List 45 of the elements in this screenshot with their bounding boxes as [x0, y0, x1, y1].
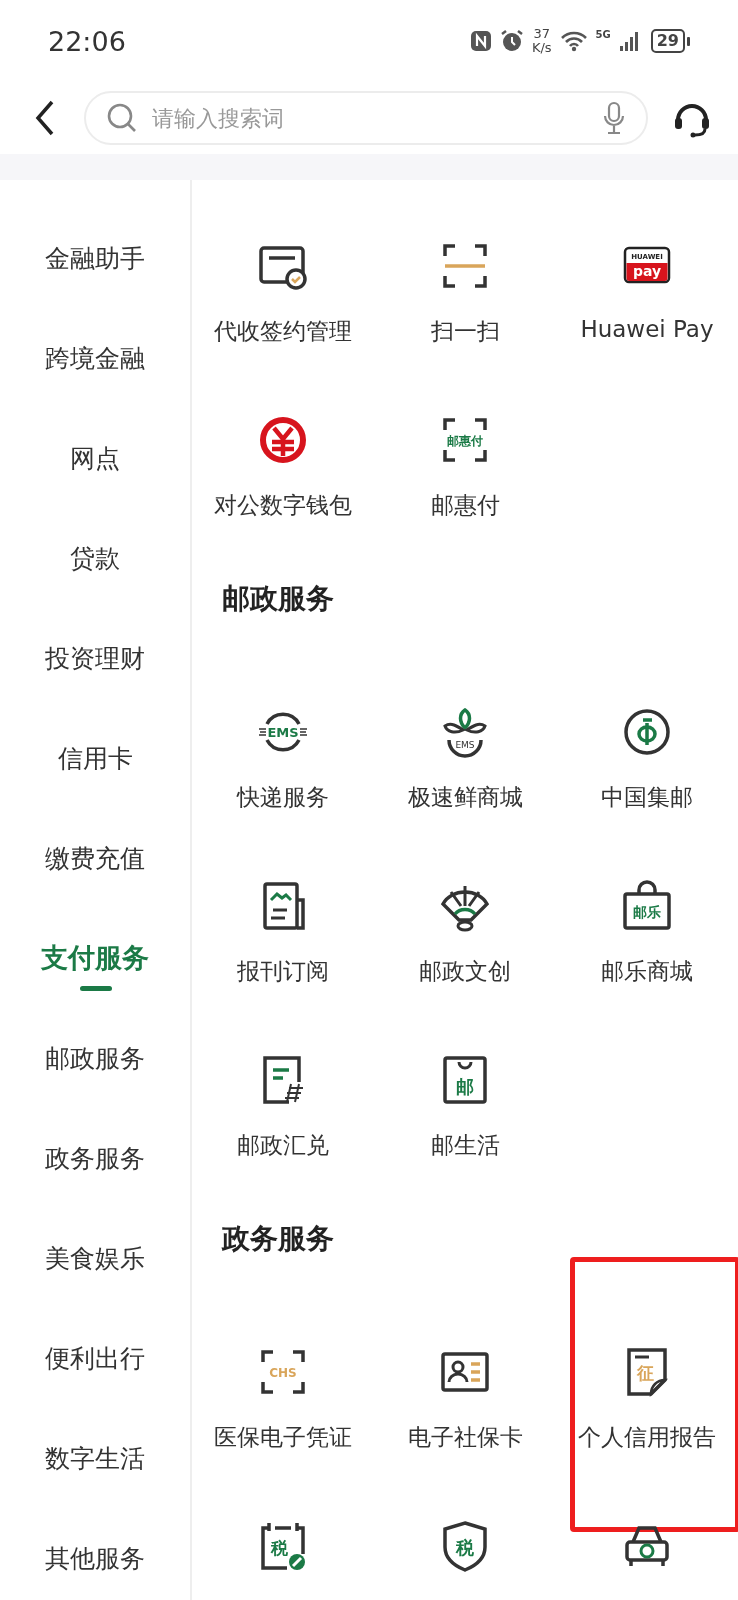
service-item[interactable]: 中国集邮 [556, 676, 738, 850]
service-item[interactable]: CHS 医保电子凭证 [192, 1316, 374, 1490]
service-item[interactable]: 税 [374, 1490, 556, 1600]
nfc-icon [469, 30, 492, 52]
sidebar-item[interactable]: 数字生活 [0, 1408, 190, 1508]
sidebar-item[interactable]: 跨境金融 [0, 308, 190, 408]
sidebar-item[interactable]: 邮政服务 [0, 1008, 190, 1108]
sidebar-item[interactable]: 其他服务 [0, 1508, 190, 1600]
service-item[interactable]: 邮惠付 邮惠付 [374, 384, 556, 558]
microphone-icon[interactable] [602, 101, 626, 135]
service-item[interactable]: 邮政文创 [374, 850, 556, 1024]
service-item[interactable]: 对公数字钱包 [192, 384, 374, 558]
search-icon [106, 102, 138, 134]
search-bar[interactable]: 请输入搜索词 [84, 91, 648, 145]
service-item[interactable]: 邮 邮生活 [374, 1024, 556, 1198]
service-item[interactable]: 邮政汇兑 [192, 1024, 374, 1198]
alarm-icon [499, 29, 524, 53]
sidebar-item[interactable]: 美食娱乐 [0, 1208, 190, 1308]
section-title: 邮政服务 [221, 581, 335, 617]
sidebar-item[interactable]: 信用卡 [0, 708, 190, 808]
section-title: 政务服务 [220, 1221, 335, 1257]
sidebar-item[interactable]: 缴费充值 [0, 808, 190, 908]
service-item[interactable]: EMS 快递服务 [192, 676, 374, 850]
service-item[interactable]: 邮乐 邮乐商城 [556, 850, 738, 1024]
network-speed: 37 K/s [531, 27, 552, 55]
sidebar-item[interactable]: 网点 [0, 408, 190, 508]
sidebar-item[interactable]: 政务服务 [0, 1108, 190, 1208]
sidebar-item[interactable]: 金融助手 [0, 208, 190, 308]
service-item[interactable]: 代收签约管理 [192, 210, 374, 384]
service-item[interactable]: 报刊订阅 [192, 850, 374, 1024]
service-item[interactable]: 电子社保卡 [374, 1316, 556, 1490]
service-item[interactable]: 扫一扫 [374, 210, 556, 384]
wifi-icon [559, 30, 588, 52]
battery-indicator: 29 [650, 29, 685, 53]
sidebar-item[interactable]: 贷款 [0, 508, 190, 608]
sidebar-item[interactable]: 投资理财 [0, 608, 190, 708]
service-item[interactable]: EMS 极速鲜商城 [374, 676, 556, 850]
service-item[interactable]: 税 [192, 1490, 374, 1600]
service-item[interactable]: 征 个人信用报告 [556, 1316, 738, 1490]
network-type: 5G [595, 29, 611, 40]
signal-icon [618, 30, 639, 52]
sidebar-item[interactable]: 支付服务 [0, 908, 190, 1008]
search-input[interactable]: 请输入搜索词 [150, 104, 590, 132]
status-time: 22:06 [48, 25, 127, 57]
sidebar-item[interactable]: 便利出行 [0, 1308, 190, 1408]
